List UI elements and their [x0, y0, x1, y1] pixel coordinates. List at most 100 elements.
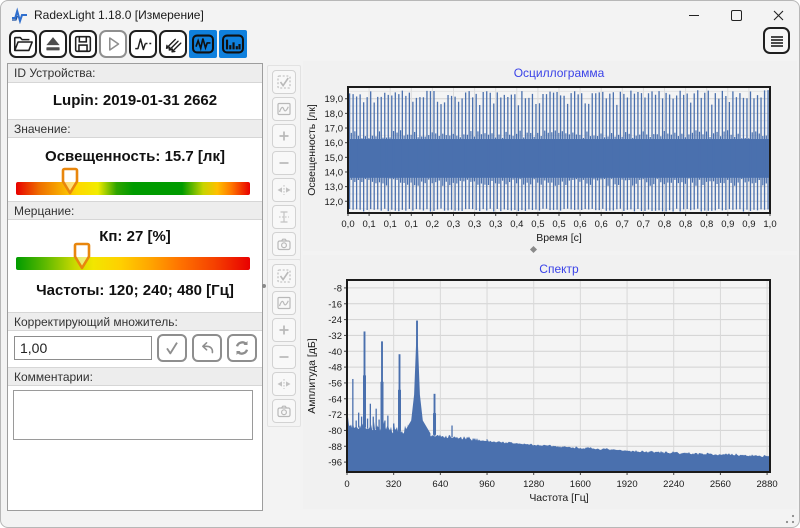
osc-snapshot-button[interactable] [272, 232, 296, 256]
curve-chart-icon [276, 101, 292, 117]
save-floppy-icon [72, 33, 94, 55]
svg-text:12,0: 12,0 [325, 197, 344, 208]
titlebar: RadexLight 1.18.0 [Измерение] [1, 1, 799, 29]
flicker-frequencies: Частоты: 120; 240; 480 [Гц] [8, 282, 262, 299]
illuminance-reading: Освещенность: 15.7 [лк] [8, 148, 262, 165]
svg-text:16,0: 16,0 [325, 138, 344, 149]
osc-fit-vertical-button[interactable] [272, 205, 296, 229]
svg-text:0: 0 [344, 479, 349, 490]
svg-text:0,3: 0,3 [468, 219, 481, 230]
svg-text:0,3: 0,3 [489, 219, 502, 230]
svg-text:640: 640 [432, 479, 448, 490]
svg-text:0,0: 0,0 [341, 219, 354, 230]
svg-text:0,6: 0,6 [595, 219, 608, 230]
fit-vertical-icon [276, 209, 292, 225]
spectrum-tool-column [267, 259, 301, 427]
minimize-icon [689, 15, 699, 16]
signal-reference-button[interactable] [129, 30, 157, 58]
apply-multiplier-button[interactable] [157, 334, 187, 362]
window-title: RadexLight 1.18.0 [Измерение] [34, 8, 204, 22]
value-section-header: Значение: [8, 119, 262, 138]
save-button[interactable] [69, 30, 97, 58]
close-button[interactable] [757, 1, 799, 29]
oscillogram-xlabel: Время [с] [536, 232, 582, 244]
app-logo-icon [11, 7, 28, 24]
multiplier-input[interactable] [14, 336, 152, 360]
pointer-pin-icon [73, 242, 91, 270]
plus-icon [276, 128, 292, 144]
osc-select-tool-button[interactable] [272, 70, 296, 94]
fit-horizontal-icon [276, 376, 292, 392]
svg-text:2240: 2240 [663, 479, 684, 490]
spec-zoom-in-button[interactable] [272, 318, 296, 342]
spec-fit-horizontal-button[interactable] [272, 372, 296, 396]
spec-zoom-out-button[interactable] [272, 345, 296, 369]
eject-button[interactable] [39, 30, 67, 58]
app-window: RadexLight 1.18.0 [Измерение] [0, 0, 800, 528]
spectrum-view-button[interactable] [219, 30, 247, 58]
svg-text:19,0: 19,0 [325, 94, 344, 105]
illuminance-scale-pointer[interactable] [61, 167, 79, 195]
measurement-sidebar: ID Устройства: Lupin: 2019-01-31 2662 Зн… [7, 63, 263, 511]
oscillogram-view-button[interactable] [189, 30, 217, 58]
svg-text:0,4: 0,4 [510, 219, 523, 230]
pointer-pin-icon [61, 167, 79, 195]
svg-text:320: 320 [386, 479, 402, 490]
play-icon [102, 33, 124, 55]
svg-text:0,5: 0,5 [531, 219, 544, 230]
resize-grip[interactable] [785, 514, 795, 524]
minus-icon [276, 349, 292, 365]
osc-zoom-out-button[interactable] [272, 151, 296, 175]
spec-snapshot-button[interactable] [272, 399, 296, 423]
svg-text:14,0: 14,0 [325, 167, 344, 178]
device-id-header: ID Устройства: [8, 64, 262, 83]
comments-textarea[interactable] [13, 390, 253, 440]
maximize-button[interactable] [715, 1, 757, 29]
svg-text:0,5: 0,5 [552, 219, 565, 230]
spec-curve-tool-button[interactable] [272, 291, 296, 315]
menu-button[interactable] [763, 27, 790, 54]
undo-multiplier-button[interactable] [192, 334, 222, 362]
pulse-dashed-icon [132, 33, 154, 55]
open-file-button[interactable] [9, 30, 37, 58]
svg-text:-40: -40 [328, 347, 342, 358]
svg-text:2560: 2560 [710, 479, 731, 490]
flicker-scale-pointer[interactable] [73, 242, 91, 270]
svg-text:-56: -56 [328, 378, 342, 389]
play-button[interactable] [99, 30, 127, 58]
minimize-button[interactable] [673, 1, 715, 29]
minus-icon [276, 155, 292, 171]
refresh-multiplier-button[interactable] [227, 334, 257, 362]
comments-section-header: Комментарии: [8, 367, 262, 386]
vertical-splitter-handle[interactable] [262, 284, 266, 288]
osc-fit-horizontal-button[interactable] [272, 178, 296, 202]
flicker-scale-bar [16, 257, 250, 270]
svg-text:-16: -16 [328, 299, 342, 310]
svg-text:1,0: 1,0 [763, 219, 776, 230]
oscillogram-chart[interactable]: Осциллограмма 0,00,10,10,10,20,30,30,30,… [303, 61, 797, 251]
svg-text:17,0: 17,0 [325, 124, 344, 135]
svg-text:15,0: 15,0 [325, 153, 344, 164]
svg-text:0,6: 0,6 [573, 219, 586, 230]
spectrum-chart-panel: Спектр -8-16-24-32-40-48-56-64-72-80-88-… [303, 255, 797, 509]
light-rays-button[interactable] [159, 30, 187, 58]
svg-text:-72: -72 [328, 410, 342, 421]
svg-text:-48: -48 [328, 363, 342, 374]
oscillogram-icon [190, 31, 216, 57]
select-check-icon [276, 74, 292, 90]
open-folder-icon [12, 33, 34, 55]
camera-icon [276, 236, 292, 252]
undo-arrow-icon [197, 338, 217, 358]
main-toolbar [9, 30, 247, 58]
osc-zoom-in-button[interactable] [272, 124, 296, 148]
spectrum-chart[interactable]: Спектр -8-16-24-32-40-48-56-64-72-80-88-… [303, 255, 797, 509]
oscillogram-chart-panel: Осциллограмма 0,00,10,10,10,20,30,30,30,… [303, 61, 797, 251]
svg-text:1920: 1920 [616, 479, 637, 490]
flicker-kp-value: Кп: 27 [%] [8, 228, 262, 245]
osc-curve-tool-button[interactable] [272, 97, 296, 121]
oscillogram-title: Осциллограмма [514, 66, 605, 80]
spec-select-tool-button[interactable] [272, 264, 296, 288]
svg-text:13,0: 13,0 [325, 182, 344, 193]
svg-text:0,1: 0,1 [362, 219, 375, 230]
spectrum-bars-icon [220, 31, 246, 57]
